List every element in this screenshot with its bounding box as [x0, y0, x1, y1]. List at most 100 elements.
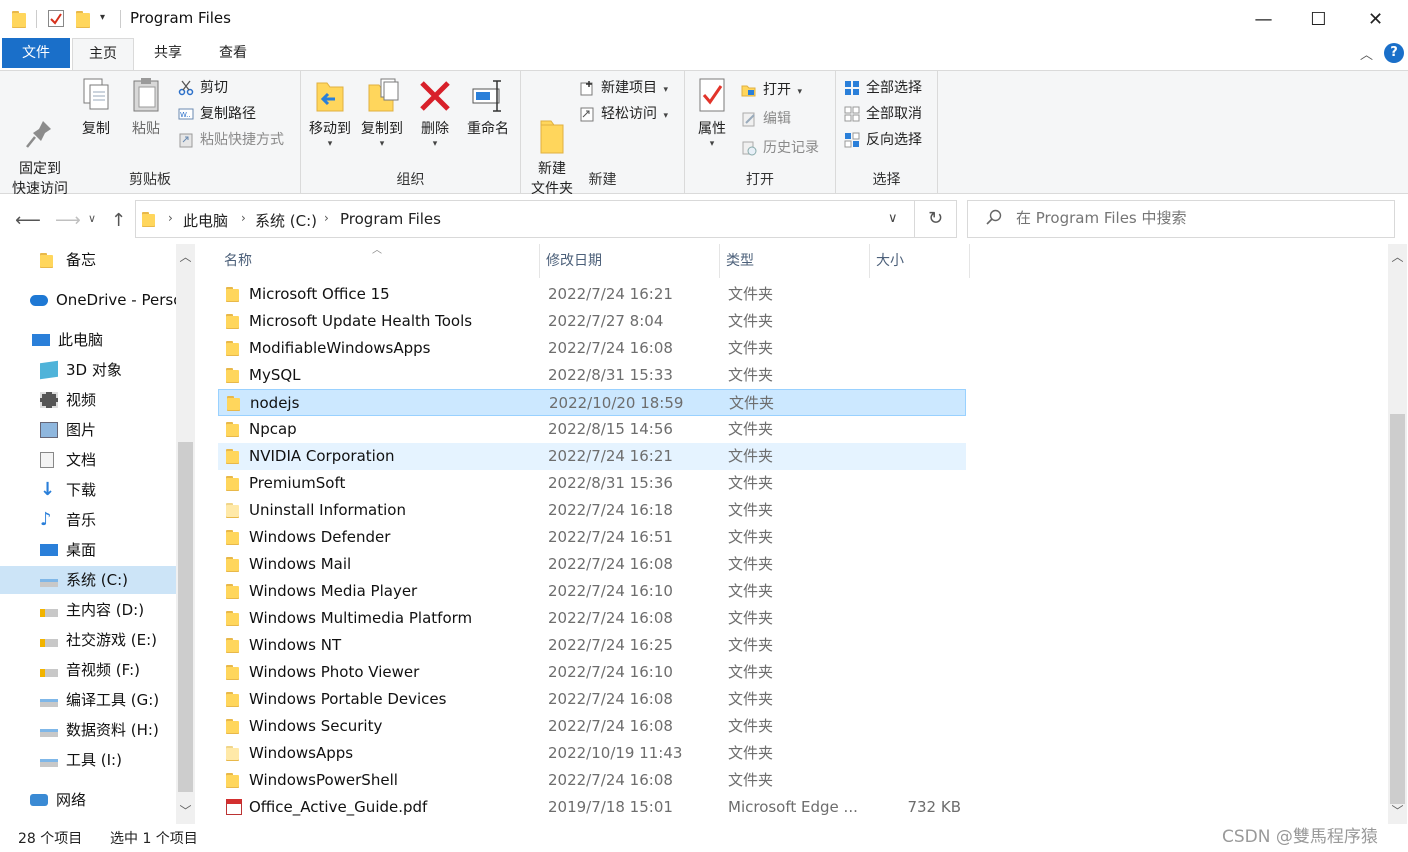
- file-row[interactable]: Windows Security 2022/7/24 16:08 文件夹: [218, 713, 966, 740]
- file-row[interactable]: MySQL 2022/8/31 15:33 文件夹: [218, 362, 966, 389]
- chevron-down-icon[interactable]: ∨: [888, 211, 898, 226]
- help-icon[interactable]: ?: [1384, 43, 1404, 63]
- delete-button[interactable]: 删除 ▾: [415, 75, 455, 149]
- new-folder-quick-icon[interactable]: [76, 10, 90, 28]
- file-row[interactable]: PremiumSoft 2022/8/31 15:36 文件夹: [218, 470, 966, 497]
- sidebar-item[interactable]: 系统 (C:): [0, 566, 176, 594]
- column-size[interactable]: 大小: [870, 244, 970, 278]
- file-row[interactable]: ModifiableWindowsApps 2022/7/24 16:08 文件夹: [218, 335, 966, 362]
- sidebar-item[interactable]: 备忘: [0, 246, 176, 274]
- sidebar-item[interactable]: 网络: [0, 786, 176, 814]
- file-name: Windows Defender: [249, 528, 391, 546]
- up-button[interactable]: ↑: [111, 210, 126, 231]
- open-button[interactable]: 打开 ▾: [741, 79, 802, 101]
- file-row[interactable]: Windows Media Player 2022/7/24 16:10 文件夹: [218, 578, 966, 605]
- sidebar-item[interactable]: 数据资料 (H:): [0, 716, 176, 744]
- file-row[interactable]: Microsoft Office 15 2022/7/24 16:21 文件夹: [218, 281, 966, 308]
- file-row[interactable]: Windows Defender 2022/7/24 16:51 文件夹: [218, 524, 966, 551]
- search-box[interactable]: [967, 200, 1395, 238]
- file-row[interactable]: Windows NT 2022/7/24 16:25 文件夹: [218, 632, 966, 659]
- file-row[interactable]: Uninstall Information 2022/7/24 16:18 文件夹: [218, 497, 966, 524]
- file-row[interactable]: Microsoft Update Health Tools 2022/7/27 8…: [218, 308, 966, 335]
- search-input[interactable]: [1016, 209, 1376, 227]
- tab-view[interactable]: 查看: [202, 38, 264, 68]
- scroll-thumb[interactable]: [1390, 414, 1405, 804]
- select-all-button[interactable]: 全部选择: [844, 77, 922, 99]
- refresh-button[interactable]: ↻: [915, 200, 957, 238]
- file-row[interactable]: Windows Photo Viewer 2022/7/24 16:10 文件夹: [218, 659, 966, 686]
- column-type[interactable]: 类型: [720, 244, 870, 278]
- properties-quick-icon[interactable]: [48, 10, 64, 27]
- open-folder-icon: [741, 85, 756, 97]
- file-row[interactable]: Npcap 2022/8/15 14:56 文件夹: [218, 416, 966, 443]
- file-type: 文件夹: [728, 555, 774, 573]
- sidebar-item[interactable]: 编译工具 (G:): [0, 686, 176, 714]
- select-none-button[interactable]: 全部取消: [844, 103, 922, 125]
- sidebar-item[interactable]: 桌面: [0, 536, 176, 564]
- file-row[interactable]: Windows Multimedia Platform 2022/7/24 16:…: [218, 605, 966, 632]
- copy-button[interactable]: 复制: [76, 75, 116, 139]
- tab-file[interactable]: 文件: [2, 38, 70, 68]
- back-button[interactable]: ⟵: [15, 210, 41, 231]
- new-item-button[interactable]: 新建项目 ▾: [579, 77, 668, 99]
- breadcrumb-program-files[interactable]: Program Files: [340, 210, 441, 228]
- move-to-button[interactable]: 移动到 ▾: [305, 75, 355, 149]
- sidebar-item[interactable]: 文档: [0, 446, 176, 474]
- sidebar-item[interactable]: 3D 对象: [0, 356, 176, 384]
- file-row[interactable]: NVIDIA Corporation 2022/7/24 16:21 文件夹: [218, 443, 966, 470]
- invert-selection-button[interactable]: 反向选择: [844, 129, 922, 151]
- sidebar-item[interactable]: 视频: [0, 386, 176, 414]
- breadcrumb-system-c[interactable]: 系统 (C:): [255, 210, 317, 231]
- sidebar-item[interactable]: 音视频 (F:): [0, 656, 176, 684]
- sidebar-item[interactable]: ♪ 音乐: [0, 506, 176, 534]
- chevron-right-icon[interactable]: ›: [324, 211, 329, 225]
- sidebar-item[interactable]: 此电脑: [0, 326, 176, 354]
- file-row[interactable]: WindowsPowerShell 2022/7/24 16:08 文件夹: [218, 767, 966, 794]
- collapse-ribbon-icon[interactable]: ︿: [1360, 44, 1373, 63]
- copy-to-button[interactable]: 复制到 ▾: [357, 75, 407, 149]
- tab-share[interactable]: 共享: [138, 38, 198, 68]
- rename-button[interactable]: 重命名: [463, 75, 513, 139]
- copy-path-button[interactable]: W.. 复制路径: [178, 103, 256, 125]
- file-list-scrollbar[interactable]: ︿ ﹀: [1388, 244, 1407, 824]
- easy-access-button[interactable]: 轻松访问 ▾: [579, 103, 668, 125]
- sidebar-item[interactable]: 主内容 (D:): [0, 596, 176, 624]
- column-date[interactable]: 修改日期: [540, 244, 720, 278]
- cut-button[interactable]: 剪切: [178, 77, 228, 99]
- close-button[interactable]: ✕: [1348, 0, 1403, 38]
- file-row[interactable]: Windows Mail 2022/7/24 16:08 文件夹: [218, 551, 966, 578]
- tab-home[interactable]: 主页: [72, 38, 134, 70]
- sidebar-item[interactable]: 社交游戏 (E:): [0, 626, 176, 654]
- forward-button[interactable]: ⟶: [55, 210, 81, 231]
- scroll-up-icon[interactable]: ︿: [176, 248, 195, 265]
- edit-button[interactable]: 编辑: [741, 108, 791, 130]
- properties-button[interactable]: 属性 ▾: [691, 75, 733, 149]
- sidebar-item[interactable]: ↓ 下载: [0, 476, 176, 504]
- paste-shortcut-button[interactable]: 粘贴快捷方式: [178, 129, 284, 151]
- customize-quick-access-icon[interactable]: ▾: [100, 12, 105, 23]
- sidebar-item[interactable]: 工具 (I:): [0, 746, 176, 774]
- recent-locations-icon[interactable]: ∨: [88, 212, 96, 225]
- sidebar-item[interactable]: OneDrive - Personal: [0, 286, 176, 314]
- file-row[interactable]: WindowsApps 2022/10/19 11:43 文件夹: [218, 740, 966, 767]
- address-bar[interactable]: › 此电脑 › 系统 (C:) › Program Files ∨: [135, 200, 915, 238]
- file-row[interactable]: nodejs 2022/10/20 18:59 文件夹: [218, 389, 966, 416]
- sidebar-item[interactable]: 图片: [0, 416, 176, 444]
- minimize-button[interactable]: —: [1236, 0, 1291, 38]
- chevron-right-icon[interactable]: ›: [241, 211, 246, 225]
- file-row[interactable]: Office_Active_Guide.pdf 2019/7/18 15:01 Mi…: [218, 794, 966, 821]
- navigation-scrollbar[interactable]: ︿ ﹀: [176, 244, 195, 824]
- scroll-thumb[interactable]: [178, 442, 193, 792]
- chevron-right-icon[interactable]: ›: [168, 211, 173, 225]
- file-row[interactable]: Windows Portable Devices 2022/7/24 16:08 文…: [218, 686, 966, 713]
- scroll-down-icon[interactable]: ﹀: [1388, 802, 1407, 819]
- scroll-down-icon[interactable]: ﹀: [176, 802, 195, 819]
- maximize-button[interactable]: ☐: [1291, 0, 1346, 38]
- breadcrumb-this-pc[interactable]: 此电脑: [183, 210, 228, 231]
- dropdown-arrow-icon: ▾: [797, 87, 802, 97]
- history-button[interactable]: 历史记录: [741, 137, 819, 159]
- paste-label: 粘贴: [132, 121, 160, 137]
- paste-button[interactable]: 粘贴: [126, 75, 166, 139]
- column-name[interactable]: 名称: [218, 244, 540, 278]
- scroll-up-icon[interactable]: ︿: [1388, 248, 1407, 265]
